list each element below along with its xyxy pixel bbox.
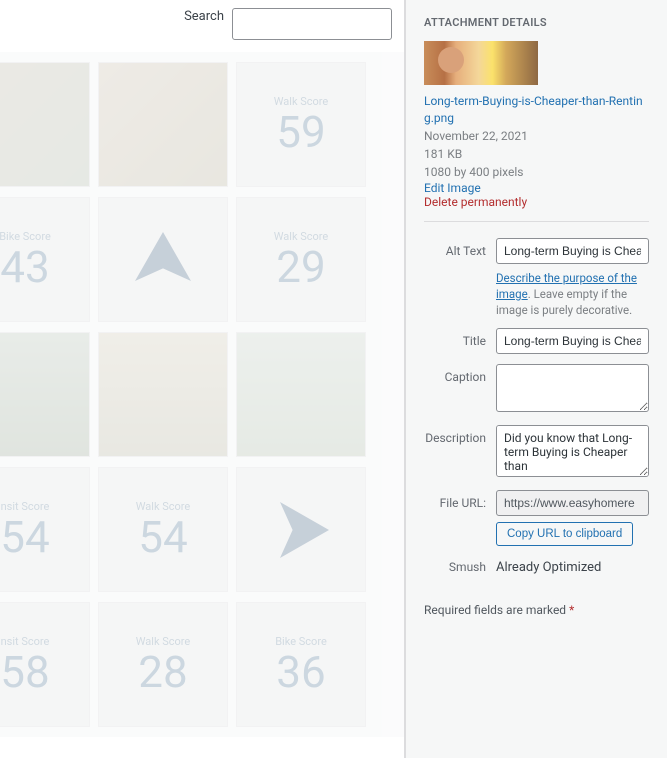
attachment-dimensions: 1080 by 400 pixels <box>424 163 649 181</box>
required-fields-note: Required fields are marked * <box>424 603 649 617</box>
score-number: 58 <box>0 650 49 694</box>
title-label: Title <box>424 328 496 348</box>
attachment-tile[interactable]: nsit Score 58 <box>0 602 90 727</box>
media-library-panel: Search Walk Score 59 Bike Score 43 <box>0 0 405 758</box>
alt-text-label: Alt Text <box>424 238 496 258</box>
title-input[interactable] <box>496 328 649 354</box>
score-number: 28 <box>138 650 187 694</box>
attachment-tile[interactable]: Walk Score 54 <box>98 467 228 592</box>
attachment-filename: Long-term-Buying-is-Cheaper-than-Renting… <box>424 93 649 127</box>
attachment-tile[interactable] <box>236 332 366 457</box>
file-url-input[interactable] <box>496 490 649 516</box>
score-number: 54 <box>0 515 49 559</box>
attachment-details-sidebar: ATTACHMENT DETAILS Long-term-Buying-is-C… <box>405 0 667 758</box>
caption-label: Caption <box>424 364 496 384</box>
search-input[interactable] <box>232 8 392 40</box>
score-number: 29 <box>276 245 325 289</box>
attachment-filesize: 181 KB <box>424 145 649 163</box>
navigation-arrow-icon <box>128 225 198 295</box>
attachment-thumbnail[interactable] <box>424 41 538 85</box>
attachment-grid: Walk Score 59 Bike Score 43 Walk Score 2… <box>0 52 404 737</box>
attachment-details-heading: ATTACHMENT DETAILS <box>424 16 649 29</box>
attachment-tile[interactable] <box>98 332 228 457</box>
copy-url-button[interactable]: Copy URL to clipboard <box>496 522 633 546</box>
attachment-tile[interactable] <box>98 197 228 322</box>
file-url-label: File URL: <box>424 490 496 510</box>
smush-label: Smush <box>424 560 496 574</box>
score-number: 36 <box>276 650 325 694</box>
smush-status: Already Optimized <box>496 560 601 575</box>
attachment-date: November 22, 2021 <box>424 127 649 145</box>
divider <box>424 221 649 222</box>
description-label: Description <box>424 425 496 445</box>
attachment-tile[interactable]: Walk Score 28 <box>98 602 228 727</box>
attachment-tile[interactable]: Walk Score 59 <box>236 62 366 187</box>
alt-text-helper: Describe the purpose of the image. Leave… <box>496 270 649 318</box>
attachment-tile[interactable] <box>0 62 90 187</box>
delete-permanently-link[interactable]: Delete permanently <box>424 195 649 209</box>
search-label: Search <box>184 9 224 24</box>
attachment-tile[interactable]: Bike Score 43 <box>0 197 90 322</box>
navigation-arrow-icon <box>266 495 336 565</box>
score-number: 43 <box>0 245 49 289</box>
attachment-tile[interactable] <box>98 62 228 187</box>
alt-text-input[interactable] <box>496 238 649 264</box>
score-number: 59 <box>276 110 325 154</box>
description-textarea[interactable] <box>496 425 649 477</box>
attachment-tile[interactable]: Bike Score 36 <box>236 602 366 727</box>
attachment-tile[interactable] <box>0 332 90 457</box>
edit-image-link[interactable]: Edit Image <box>424 181 649 195</box>
attachment-tile[interactable] <box>236 467 366 592</box>
score-number: 54 <box>138 515 187 559</box>
search-bar: Search <box>0 0 404 52</box>
caption-textarea[interactable] <box>496 364 649 412</box>
attachment-tile[interactable]: nsit Score 54 <box>0 467 90 592</box>
attachment-tile[interactable]: Walk Score 29 <box>236 197 366 322</box>
